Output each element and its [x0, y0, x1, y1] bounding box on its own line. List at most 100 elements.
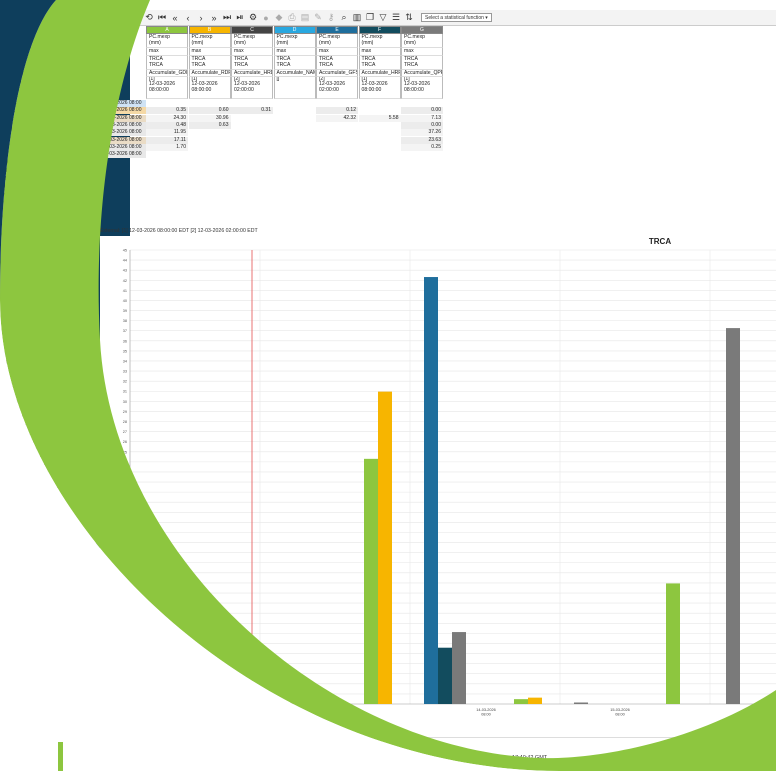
- column-header[interactable]: A: [146, 26, 188, 34]
- prev-icon[interactable]: ‹: [183, 12, 193, 24]
- zoom-in-icon[interactable]: ⊕: [105, 12, 115, 24]
- paint-icon[interactable]: ◆: [274, 12, 284, 24]
- tree-item[interactable]: LITTLE ROUGE: [4, 142, 48, 150]
- tree-item[interactable]: FRENCHMANS BAY: [4, 110, 59, 118]
- stat-function-select[interactable]: Select a statistical function ▾: [421, 13, 492, 22]
- tree-item[interactable]: EAST HUMBER: [4, 78, 48, 86]
- tree-item[interactable]: MAIN HIGHLAND: [4, 206, 52, 214]
- sort-icon[interactable]: ⇅: [404, 12, 414, 24]
- tree-item[interactable]: MIMICO CREEK: [4, 238, 50, 246]
- tree-item[interactable]: EAST DUFFINS CREEK: [4, 62, 68, 70]
- tree-item[interactable]: WEST DUFFINS CREEK: [4, 326, 69, 334]
- column-header[interactable]: B: [188, 26, 231, 34]
- tree-item[interactable]: EAST HIGHLAND: [4, 398, 53, 406]
- zoom-out-icon[interactable]: ⊖: [118, 12, 128, 24]
- tree-item[interactable]: WEST HUMBER: [4, 342, 50, 350]
- tree-item[interactable]: TRCA: [4, 358, 30, 366]
- tree-item[interactable]: LOWER ETOBICOKE: [4, 494, 62, 502]
- zoom-reset-icon[interactable]: ⟲: [144, 12, 154, 24]
- next-fast-icon[interactable]: »: [209, 12, 219, 24]
- chart-icon[interactable]: ▥: [352, 12, 362, 24]
- tree-item[interactable]: LOWER ETOBICOKE: [4, 166, 62, 174]
- table-row[interactable]: 19-03-2026 08:00: [100, 151, 680, 159]
- layout-icon[interactable]: ▦: [92, 12, 102, 24]
- tree-item[interactable]: MAIN ROUGE: [4, 222, 44, 230]
- tree-item[interactable]: LOWER EAST DON: [4, 158, 58, 166]
- tree-item[interactable]: ETOBICOKE HEADWATERS: [4, 414, 79, 422]
- tree-item[interactable]: LOWER EAST DON: [4, 486, 58, 494]
- tree-item[interactable]: CARRUTHERS: [4, 374, 47, 382]
- table-row[interactable]: 17-03-2026 08:00 17.11 23.63: [100, 136, 680, 144]
- table-row[interactable]: 15-03-2026 08:00 0.48 0.63 0.00: [100, 121, 680, 129]
- tree-item[interactable]: EAST HIGHLAND: [4, 70, 53, 78]
- tree-item[interactable]: CENTENNIAL CREEK: [4, 54, 63, 62]
- tree-item[interactable]: URFE CREEK: [4, 310, 44, 318]
- info-icon[interactable]: ⓘ: [66, 12, 76, 24]
- table-row[interactable]: 12-03-2026 08:00: [100, 100, 680, 107]
- color-icon[interactable]: ●: [261, 12, 271, 24]
- print-icon[interactable]: ⎙: [287, 12, 297, 24]
- tree-item[interactable]: TRIBUTARY 4: [4, 278, 44, 286]
- key-icon[interactable]: ⚷: [326, 12, 336, 24]
- tree-item[interactable]: LITTLE ETOBICOKE CREEK: [4, 134, 79, 142]
- prev-fast-icon[interactable]: «: [170, 12, 180, 24]
- next-icon[interactable]: ›: [196, 12, 206, 24]
- bookmark-icon[interactable]: ⏯: [235, 12, 245, 24]
- tree-item[interactable]: ETOBICOKE WEST BRANCH: [4, 102, 81, 110]
- tree-item[interactable]: GERMAN MILLS CREEK: [4, 454, 70, 462]
- sum-icon[interactable]: Σ: [79, 12, 89, 24]
- tree-item[interactable]: WATERFRONT: [4, 318, 47, 326]
- tree-item[interactable]: LOWER WEST DON: [4, 198, 59, 206]
- column-header[interactable]: E: [316, 26, 358, 34]
- tree-item[interactable]: ETOBICOKE MAIN BRANCH: [4, 94, 79, 102]
- table-row[interactable]: 13-03-2026 08:00 0.35 0.60 0.31 0.12 0.00: [100, 107, 680, 115]
- tree-item[interactable]: CENTENNIAL CREEK: [4, 382, 63, 390]
- tree-item[interactable]: UPPER/BEAVER: [4, 302, 51, 310]
- column-header[interactable]: C: [231, 26, 273, 34]
- column-header[interactable]: F: [358, 26, 401, 34]
- tree-item[interactable]: WEST HIGHLAND: [4, 334, 54, 342]
- last-icon[interactable]: ⏭: [222, 12, 232, 24]
- list-icon[interactable]: ☰: [391, 12, 401, 24]
- tree-item[interactable]: ETOBICOKE HEADWATERS: [4, 86, 79, 94]
- edit-icon[interactable]: ✎: [313, 12, 323, 24]
- tools-icon[interactable]: ⚙: [248, 12, 258, 24]
- tree-item[interactable]: LOWER ROUGE: [4, 518, 51, 526]
- tree-item[interactable]: LOWER HUMBER: [4, 174, 54, 182]
- tree-item[interactable]: UPPER EAST DON: [4, 286, 57, 294]
- tree-item[interactable]: LOWER ROUGE: [4, 190, 51, 198]
- tree-item[interactable]: LITTLE ETOBICOKE CREEK: [4, 462, 79, 470]
- save-icon[interactable]: ▤: [300, 12, 310, 24]
- tree-item[interactable]: TAYLOR/MASSEY CREEK: [4, 262, 73, 270]
- column-header[interactable]: D: [273, 26, 316, 34]
- tree-item[interactable]: PETTICOAT CREEK: [4, 246, 59, 254]
- tree-item[interactable]: LOWER MAIN DUFFINS: [4, 182, 68, 190]
- filter-icon[interactable]: ▽: [378, 12, 388, 24]
- tree-item[interactable]: SPRING CREEK: [4, 254, 50, 262]
- tree-item[interactable]: LOWER WEST DON: [4, 526, 59, 534]
- tree-item[interactable]: LOWER DON: [4, 478, 43, 486]
- tree-item[interactable]: BLACK CREEK: [4, 366, 47, 374]
- first-icon[interactable]: ⏮: [157, 12, 167, 24]
- column-header[interactable]: G: [401, 26, 443, 34]
- tree-item[interactable]: GERMAN MILLS CREEK: [4, 126, 70, 134]
- tree-item[interactable]: CARRUTHERS: [4, 46, 47, 54]
- tree-item[interactable]: LOWER DON: [4, 150, 43, 158]
- tree-item[interactable]: LOWER MAIN DUFFINS: [4, 510, 68, 518]
- tree-scrollbar-thumb[interactable]: [92, 40, 95, 240]
- tree-item[interactable]: ETOBICOKE WEST BRANCH: [4, 430, 81, 438]
- tree-item[interactable]: EAST DUFFINS CREEK: [4, 390, 68, 398]
- copy-icon[interactable]: ❐: [365, 12, 375, 24]
- tree-item[interactable]: EAST HUMBER: [4, 406, 48, 414]
- tree-item[interactable]: ETOBICOKE MAIN BRANCH: [4, 422, 79, 430]
- tree-item[interactable]: UPPER WEST DON: [4, 294, 58, 302]
- table-row[interactable]: 14-03-2026 08:00 24.30 30.96 42.32 5.58 7.13: [100, 114, 680, 122]
- tree-item[interactable]: GANATSEKIAGON CREEK: [4, 446, 75, 454]
- tree-folder[interactable]: Daily_precip: [0, 350, 37, 358]
- table-row[interactable]: 18-03-2026 08:00 1.70 0.25: [100, 143, 680, 151]
- tree-item[interactable]: GANATSEKIAGON CREEK: [4, 118, 75, 126]
- zoom-area-icon[interactable]: ⌕: [131, 12, 141, 24]
- tree-item[interactable]: FRENCHMANS BAY: [4, 438, 59, 446]
- search-icon[interactable]: ⌕: [339, 12, 349, 24]
- tree-item[interactable]: TRIBUTARY 3: [4, 270, 44, 278]
